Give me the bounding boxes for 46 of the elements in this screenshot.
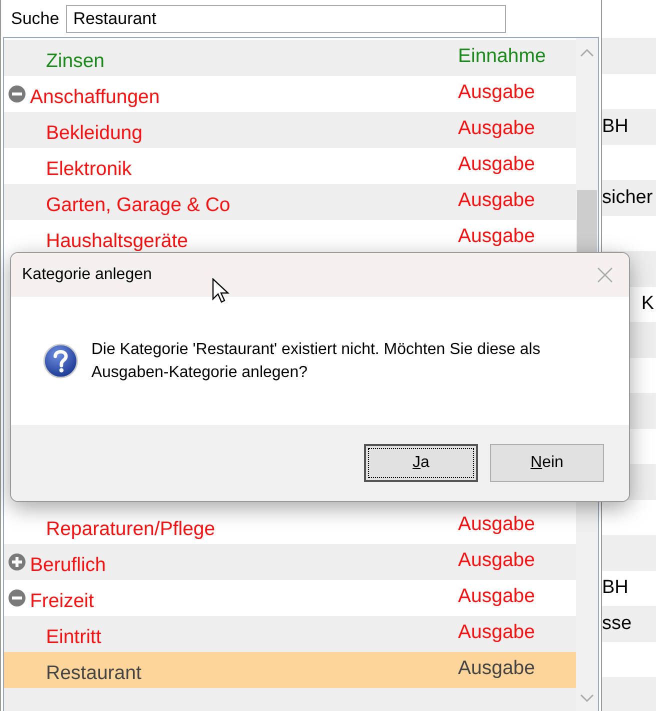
tree-row[interactable]: Beruflich Ausgabe <box>4 544 576 580</box>
tree-row[interactable]: Garten, Garage & Co Ausgabe <box>4 184 576 220</box>
list-row <box>602 677 656 711</box>
category-type: Ausgabe <box>458 656 536 680</box>
category-name: Bekleidung <box>45 120 144 144</box>
category-name: Freizeit <box>30 588 95 612</box>
category-type: Ausgabe <box>458 584 536 608</box>
collapse-icon[interactable] <box>8 589 26 607</box>
list-text: sicher <box>602 186 653 209</box>
tree-row[interactable]: Eintritt Ausgabe <box>4 616 576 652</box>
search-label: Suche <box>11 8 60 28</box>
expand-icon[interactable] <box>8 553 26 571</box>
dialog-button[interactable]: Nein <box>490 444 604 482</box>
dialog-title: Kategorie anlegen <box>22 266 152 284</box>
dialog-message: Die Kategorie 'Restaurant' existiert nicht. Möchten Sie diese als Ausgaben-Kategorie anlegen? <box>91 340 542 383</box>
category-type: Ausgabe <box>458 152 536 176</box>
category-type: Ausgabe <box>458 512 536 536</box>
category-name: Beruflich <box>30 552 107 576</box>
category-type: Ausgabe <box>458 116 536 140</box>
category-type: Ausgabe <box>458 224 536 248</box>
tree-row[interactable]: Bekleidung Ausgabe <box>4 112 576 148</box>
mouse-cursor-icon <box>212 278 232 304</box>
list-text: K <box>641 293 654 316</box>
category-name: Eintritt <box>45 624 102 648</box>
category-name: Restaurant <box>45 660 142 684</box>
category-type: Ausgabe <box>458 620 536 644</box>
list-text: BH <box>602 577 628 600</box>
list-row <box>602 38 656 74</box>
tree-row[interactable]: Restaurant Ausgabe <box>4 652 576 688</box>
category-name: Reparaturen/Pflege <box>45 516 216 540</box>
tree-row[interactable]: Zinsen Einnahme <box>4 40 576 76</box>
dialog-button[interactable]: Ja <box>364 444 478 482</box>
category-type: Ausgabe <box>458 188 536 212</box>
category-name: Garten, Garage & Co <box>45 192 232 216</box>
category-type: Einnahme <box>458 44 547 68</box>
category-name: Anschaffungen <box>30 84 161 108</box>
category-name: Elektronik <box>45 156 133 180</box>
category-name: Zinsen <box>45 48 106 72</box>
collapse-icon[interactable] <box>8 85 26 103</box>
search-field[interactable]: Restaurant <box>66 4 506 32</box>
category-name: Haushaltsgeräte <box>45 228 190 252</box>
list-row <box>602 535 656 570</box>
category-type: Ausgabe <box>458 80 536 104</box>
list-text: sse <box>602 612 632 635</box>
category-type: Ausgabe <box>458 548 536 572</box>
list-text: BH <box>602 116 628 138</box>
